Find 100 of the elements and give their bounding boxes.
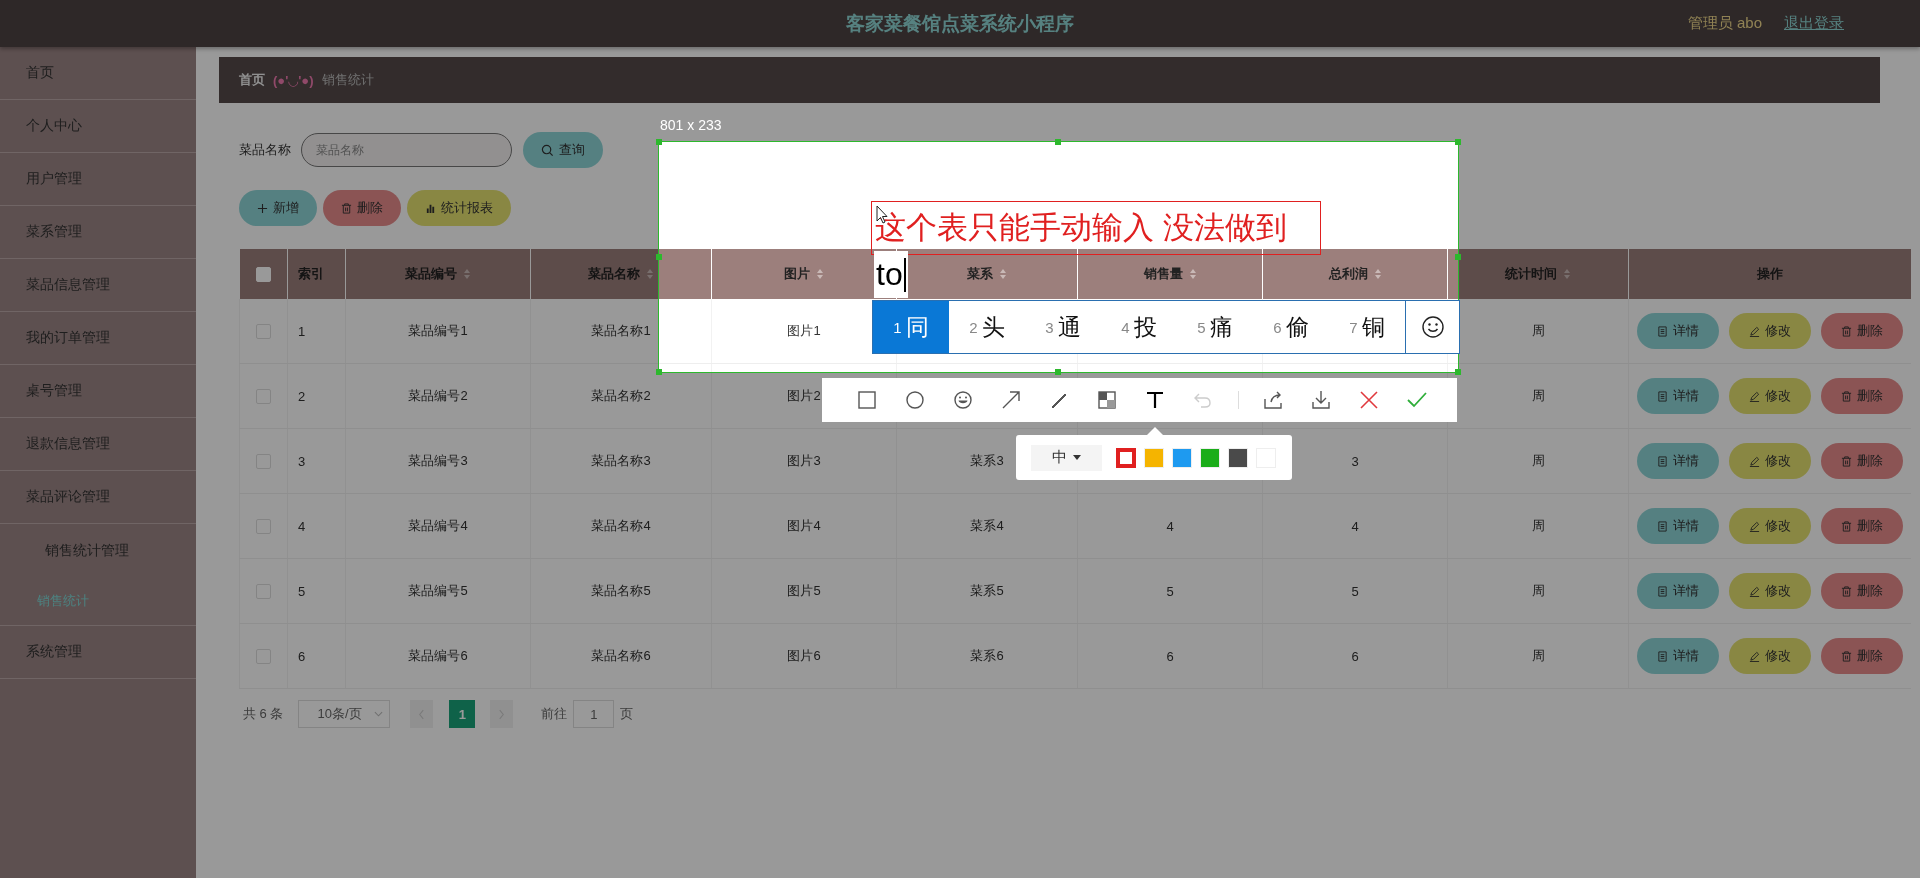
trash-icon [1841, 325, 1852, 337]
add-button[interactable]: 新增 [239, 190, 317, 226]
ime-candidate[interactable]: 7 铜 [1329, 301, 1405, 353]
search-button[interactable]: 查询 [523, 132, 603, 168]
sidebar-item[interactable]: 菜系管理 [0, 206, 196, 259]
table-cell: 5 [298, 583, 306, 599]
plus-icon [257, 202, 268, 214]
circle-tool-icon[interactable] [904, 389, 926, 411]
pencil-icon [1749, 325, 1760, 337]
logout-link[interactable]: 退出登录 [1784, 14, 1844, 33]
delete-button[interactable]: 删除 [1821, 313, 1903, 349]
arrow-tool-icon[interactable] [1000, 389, 1022, 411]
table-cell: 菜品名称1 [591, 323, 651, 338]
sidebar-item[interactable]: 退款信息管理 [0, 418, 196, 471]
table-cell: 图片2 [787, 388, 821, 403]
resize-handle[interactable] [655, 253, 662, 260]
text-tool-icon[interactable] [1144, 389, 1166, 411]
sort-icon[interactable] [1373, 268, 1382, 280]
report-button[interactable]: 统计报表 [407, 190, 511, 226]
share-icon[interactable] [1262, 389, 1284, 411]
text-input[interactable]: to [874, 251, 908, 298]
color-swatch[interactable] [1116, 447, 1136, 468]
page-suffix: 页 [620, 705, 634, 723]
table-cell: 5 [1166, 583, 1174, 599]
edit-button[interactable]: 修改 [1729, 313, 1811, 349]
table-cell: 菜品名称2 [591, 388, 651, 403]
resize-handle[interactable] [1454, 253, 1461, 260]
detail-button[interactable]: 详情 [1637, 508, 1719, 544]
table-cell: 图片3 [787, 453, 821, 468]
ime-candidate[interactable]: 4 投 [1101, 301, 1177, 353]
column-header: 菜系 [967, 265, 993, 283]
table-cell: 6 [1166, 648, 1174, 664]
sidebar-item[interactable]: 桌号管理 [0, 365, 196, 418]
sidebar-item[interactable]: 菜品评论管理 [0, 471, 196, 524]
resize-handle[interactable] [655, 368, 662, 375]
table-cell: 菜系6 [970, 648, 1004, 663]
download-icon[interactable] [1310, 389, 1332, 411]
breadcrumb-current: 销售统计 [321, 71, 374, 89]
delete-button[interactable]: 删除 [1821, 508, 1903, 544]
ime-candidate[interactable]: 6 偷 [1253, 301, 1329, 353]
edit-button[interactable]: 修改 [1729, 638, 1811, 674]
sidebar-item[interactable]: 用户管理 [0, 153, 196, 206]
table-cell: 菜品编号1 [408, 323, 468, 338]
mosaic-tool-icon[interactable] [1096, 389, 1118, 411]
edit-button[interactable]: 修改 [1729, 443, 1811, 479]
ime-candidate[interactable]: 3 通 [1025, 301, 1101, 353]
delete-button[interactable]: 删除 [1821, 378, 1903, 414]
rectangle-tool-icon[interactable] [856, 389, 878, 411]
edit-button[interactable]: 修改 [1729, 378, 1811, 414]
page-number[interactable]: 1 [449, 700, 476, 728]
document-icon [1657, 325, 1668, 337]
smiley-tool-icon[interactable] [952, 389, 974, 411]
table-cell: 图片6 [787, 648, 821, 663]
table-cell: 图片5 [787, 583, 821, 598]
close-icon[interactable] [1358, 389, 1380, 411]
sort-icon[interactable] [646, 268, 654, 280]
detail-button[interactable]: 详情 [1637, 573, 1719, 609]
sort-icon[interactable] [1188, 268, 1197, 280]
resize-handle[interactable] [1454, 368, 1461, 375]
detail-button[interactable]: 详情 [1637, 313, 1719, 349]
page-input[interactable]: 1 [573, 700, 615, 728]
column-header: 索引 [298, 265, 324, 283]
breadcrumb-home[interactable]: 首页 [239, 71, 265, 89]
resize-handle[interactable] [655, 138, 662, 145]
search-field[interactable]: 菜品名称 [301, 133, 512, 167]
sort-icon[interactable] [463, 268, 471, 280]
detail-button[interactable]: 详情 [1637, 443, 1719, 479]
font-size-select[interactable]: 中 [1031, 444, 1102, 471]
sort-icon[interactable] [816, 268, 824, 280]
delete-button[interactable]: 删除 [323, 190, 401, 226]
sort-icon[interactable] [1563, 268, 1571, 280]
delete-button[interactable]: 删除 [1821, 443, 1903, 479]
sidebar-item[interactable]: 销售统计管理 [0, 524, 196, 577]
edit-button[interactable]: 修改 [1729, 573, 1811, 609]
sidebar-item[interactable]: 首页 [0, 47, 196, 100]
detail-button[interactable]: 详情 [1637, 378, 1719, 414]
delete-button[interactable]: 删除 [1821, 573, 1903, 609]
document-icon [1657, 650, 1668, 662]
caret-down-icon [1073, 455, 1081, 460]
breadcrumb-separator: (●'◡'●) [273, 72, 314, 88]
page-size-select[interactable]: 10条/页 [298, 700, 391, 728]
table-cell: 菜系3 [970, 453, 1004, 468]
resize-handle[interactable] [1055, 138, 1061, 145]
sidebar-item[interactable]: 我的订单管理 [0, 312, 196, 365]
sidebar-item[interactable]: 菜品信息管理 [0, 259, 196, 312]
delete-button[interactable]: 删除 [1821, 638, 1903, 674]
sidebar-item[interactable]: 系统管理 [0, 626, 196, 679]
resize-handle[interactable] [1055, 368, 1061, 375]
sort-icon[interactable] [999, 268, 1007, 280]
ime-candidate[interactable]: 1 同 [873, 301, 949, 353]
column-header: 操作 [1757, 265, 1783, 283]
resize-handle[interactable] [1454, 138, 1461, 145]
ime-candidate[interactable]: 2 头 [949, 301, 1025, 353]
trash-icon [1841, 650, 1852, 662]
ime-candidate[interactable]: 5 痛 [1177, 301, 1253, 353]
table-cell: 菜品编号6 [408, 648, 468, 663]
select-all-checkbox[interactable] [256, 267, 271, 283]
sidebar-item[interactable]: 个人中心 [0, 100, 196, 153]
edit-button[interactable]: 修改 [1729, 508, 1811, 544]
detail-button[interactable]: 详情 [1637, 638, 1719, 674]
